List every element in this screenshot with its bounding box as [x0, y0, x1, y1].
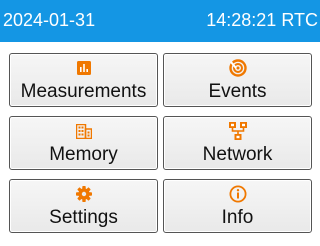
- status-bar: 2024-01-31 14:28:21 RTC: [0, 0, 320, 42]
- info-label: Info: [221, 207, 254, 228]
- network-label: Network: [202, 144, 273, 165]
- memory-label: Memory: [49, 144, 118, 165]
- status-date: 2024-01-31: [3, 10, 96, 30]
- memory-button[interactable]: Memory: [9, 116, 158, 170]
- main-menu-grid: Measurements Events Memory Network Setti…: [0, 42, 320, 246]
- memory-building-icon: [10, 121, 157, 141]
- info-button[interactable]: Info: [163, 179, 312, 233]
- info-icon: [164, 184, 311, 204]
- network-button[interactable]: Network: [163, 116, 312, 170]
- events-label: Events: [208, 81, 267, 102]
- bar-chart-icon: [10, 58, 157, 78]
- events-swirl-icon: [164, 58, 311, 78]
- events-button[interactable]: Events: [163, 53, 312, 107]
- measurements-button[interactable]: Measurements: [9, 53, 158, 107]
- settings-label: Settings: [49, 207, 118, 228]
- status-time: 14:28:21 RTC: [206, 10, 318, 30]
- measurements-label: Measurements: [20, 81, 147, 102]
- settings-button[interactable]: Settings: [9, 179, 158, 233]
- gear-icon: [10, 184, 157, 204]
- network-icon: [164, 121, 311, 141]
